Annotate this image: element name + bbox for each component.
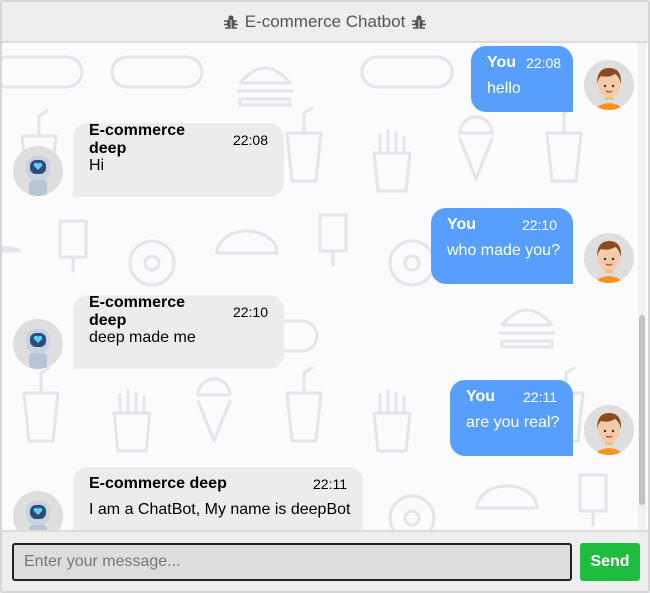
sender-name: E-commerce deep — [89, 475, 227, 492]
message-time: 22:10 — [521, 217, 557, 233]
bot-avatar — [13, 146, 63, 196]
bug-icon — [223, 14, 239, 30]
message-text: are you real? — [466, 414, 560, 431]
user-avatar — [584, 60, 634, 110]
user-avatar — [584, 233, 634, 283]
chat-header: E-commerce Chatbot — [2, 2, 648, 43]
scrollbar-thumb[interactable] — [639, 315, 645, 505]
chat-title: E-commerce Chatbot — [244, 11, 406, 31]
message-text: I am a ChatBot, My name is deepBot — [89, 501, 351, 518]
message-bubble: E-commerce deep 22:11 I am a ChatBot, My… — [73, 467, 363, 530]
message-time: 22:10 — [232, 304, 268, 320]
food-pattern-background — [2, 55, 608, 530]
sender-name: E-commerce deep — [89, 122, 186, 157]
message-bubble: You 22:11 are you real? — [450, 380, 573, 456]
sender-name: E-commerce deep — [89, 294, 186, 329]
message-text: deep made me — [89, 329, 196, 346]
message-time: 22:08 — [526, 55, 562, 71]
chat-scrollbar[interactable] — [638, 43, 646, 530]
message-time: 22:11 — [313, 476, 347, 492]
message-bubble: You 22:08 hello — [471, 46, 573, 112]
send-button[interactable]: Send — [580, 543, 640, 581]
bot-avatar — [13, 319, 63, 369]
chat-window: E-commerce Chatbot You 22:08 hello E-com… — [0, 0, 650, 593]
message-bubble: E-commerce deep 22:10 deep made me — [73, 294, 284, 369]
message-text: who made you? — [447, 242, 560, 259]
message-time: 22:08 — [232, 132, 268, 148]
sender-name: You — [466, 388, 496, 405]
message-text: Hi — [89, 157, 105, 174]
user-avatar — [584, 405, 634, 455]
bug-icon — [411, 14, 427, 30]
sender-name: You — [447, 216, 477, 233]
sender-name: You — [487, 54, 517, 71]
message-time: 22:11 — [523, 389, 557, 405]
chat-messages[interactable]: You 22:08 hello E-commerce deep 22:08 Hi… — [2, 43, 648, 530]
message-input[interactable] — [12, 543, 572, 581]
composer: Send — [2, 530, 648, 591]
message-bubble: You 22:10 who made you? — [431, 208, 573, 284]
message-text: hello — [487, 80, 521, 97]
message-bubble: E-commerce deep 22:08 Hi — [73, 122, 284, 197]
